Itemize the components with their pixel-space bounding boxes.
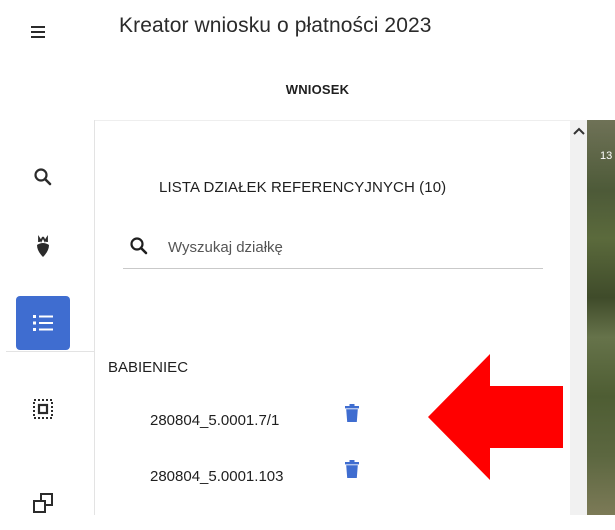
top-bar: Kreator wniosku o płatności 2023 [0, 0, 615, 62]
search-icon [130, 237, 148, 255]
copy-tool-button[interactable] [16, 476, 70, 530]
parcel-item[interactable]: 280804_5.0001.103 [150, 468, 283, 485]
red-arrow-icon [428, 354, 563, 480]
search-tool-button[interactable] [16, 150, 70, 204]
tab-wniosek[interactable]: WNIOSEK [0, 82, 615, 97]
search-input[interactable] [168, 236, 528, 258]
panel-title: LISTA DZIAŁEK REFERENCYJNYCH (10) [159, 179, 447, 196]
crop-tool-button[interactable] [16, 220, 70, 274]
beet-icon [37, 235, 49, 257]
trash-icon[interactable] [345, 404, 359, 422]
search-box [123, 226, 543, 269]
map-view[interactable] [587, 120, 615, 515]
select-area-icon [33, 399, 53, 419]
list-icon [33, 315, 53, 331]
parcel-group-label: BABIENIEC [108, 359, 189, 376]
scrollbar[interactable] [570, 120, 587, 515]
select-area-button[interactable] [16, 382, 70, 436]
list-tool-button[interactable] [16, 296, 70, 350]
toolbar-divider [6, 351, 94, 352]
copy-icon [33, 493, 53, 513]
chevron-up-icon[interactable] [573, 126, 585, 136]
search-icon [34, 168, 52, 186]
app-title: Kreator wniosku o płatności 2023 [119, 14, 432, 37]
map-label: 13 [600, 150, 613, 162]
left-toolbar [6, 120, 95, 515]
trash-icon[interactable] [345, 460, 359, 478]
parcel-item[interactable]: 280804_5.0001.7/1 [150, 412, 279, 429]
hamburger-menu-icon[interactable] [22, 16, 54, 48]
